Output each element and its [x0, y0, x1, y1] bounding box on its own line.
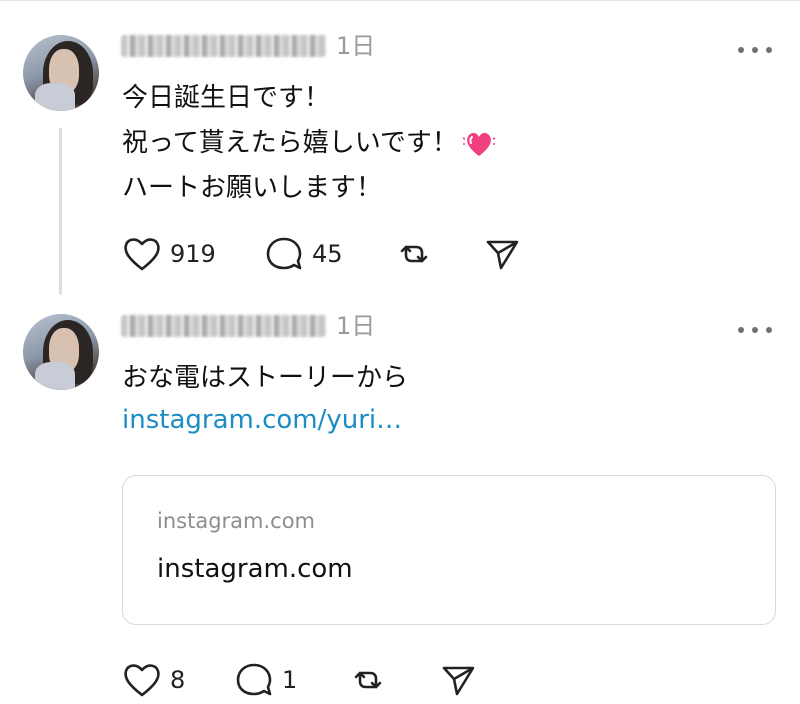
action-bar: 919 45	[122, 234, 542, 274]
post-text-line: おな電はストーリーから	[122, 363, 409, 393]
link-card-title: instagram.com	[157, 554, 353, 584]
more-options-button[interactable]	[738, 40, 772, 60]
reply-button[interactable]: 45	[264, 234, 343, 274]
action-bar: 8 1	[122, 660, 542, 700]
post-text: 今日誕生日です！ 祝って貰えたら嬉しいです！ ハートお願いします！	[122, 76, 496, 211]
avatar[interactable]	[23, 314, 99, 390]
dot-icon	[766, 47, 772, 53]
dot-icon	[752, 327, 758, 333]
avatar[interactable]	[23, 35, 99, 111]
like-count: 8	[170, 666, 186, 694]
dot-icon	[766, 327, 772, 333]
reply-button[interactable]: 1	[234, 660, 297, 700]
post: 1日 今日誕生日です！ 祝って貰えたら嬉しいです！ ハートお願いします！ 919	[0, 0, 800, 300]
thread-screen: 1日 今日誕生日です！ 祝って貰えたら嬉しいです！ ハートお願いします！ 919	[0, 0, 800, 704]
comment-bubble-icon	[236, 663, 272, 696]
reply-count: 45	[312, 240, 343, 268]
post-text: おな電はストーリーから	[122, 356, 408, 401]
like-button[interactable]: 8	[122, 660, 185, 700]
send-icon	[442, 666, 475, 696]
thread-connector-line	[59, 128, 62, 295]
dot-icon	[738, 47, 744, 53]
post-time: 1日	[336, 32, 376, 60]
post-time: 1日	[336, 312, 376, 340]
dot-icon	[752, 47, 758, 53]
username-blurred[interactable]	[121, 315, 326, 337]
avatar-sweater	[35, 362, 75, 390]
post-text-line: 今日誕生日です！	[122, 83, 331, 113]
post-link[interactable]: instagram.com/yuri…	[122, 400, 402, 440]
post: 1日 おな電はストーリーから instagram.com/yuri… insta…	[0, 300, 800, 704]
share-button[interactable]	[438, 660, 478, 700]
heart-icon	[124, 664, 160, 697]
repost-icon	[400, 245, 428, 263]
like-count: 919	[170, 240, 216, 268]
beating-heart-emoji-icon	[462, 132, 496, 156]
more-options-button[interactable]	[738, 320, 772, 340]
repost-button[interactable]	[348, 660, 388, 700]
reply-count: 1	[282, 666, 298, 694]
share-button[interactable]	[482, 234, 522, 274]
link-preview-card[interactable]: instagram.com instagram.com	[122, 475, 776, 625]
avatar-sweater	[35, 83, 75, 111]
comment-bubble-icon	[266, 237, 302, 270]
repost-icon	[354, 671, 382, 689]
link-card-domain: instagram.com	[157, 509, 316, 533]
post-text-line: 祝って貰えたら嬉しいです！	[122, 121, 496, 166]
post-text-line: ハートお願いします！	[122, 173, 383, 203]
repost-button[interactable]	[394, 234, 434, 274]
heart-icon	[124, 238, 160, 271]
dot-icon	[738, 327, 744, 333]
like-button[interactable]: 919	[122, 234, 216, 274]
send-icon	[486, 240, 519, 270]
username-blurred[interactable]	[121, 35, 326, 57]
